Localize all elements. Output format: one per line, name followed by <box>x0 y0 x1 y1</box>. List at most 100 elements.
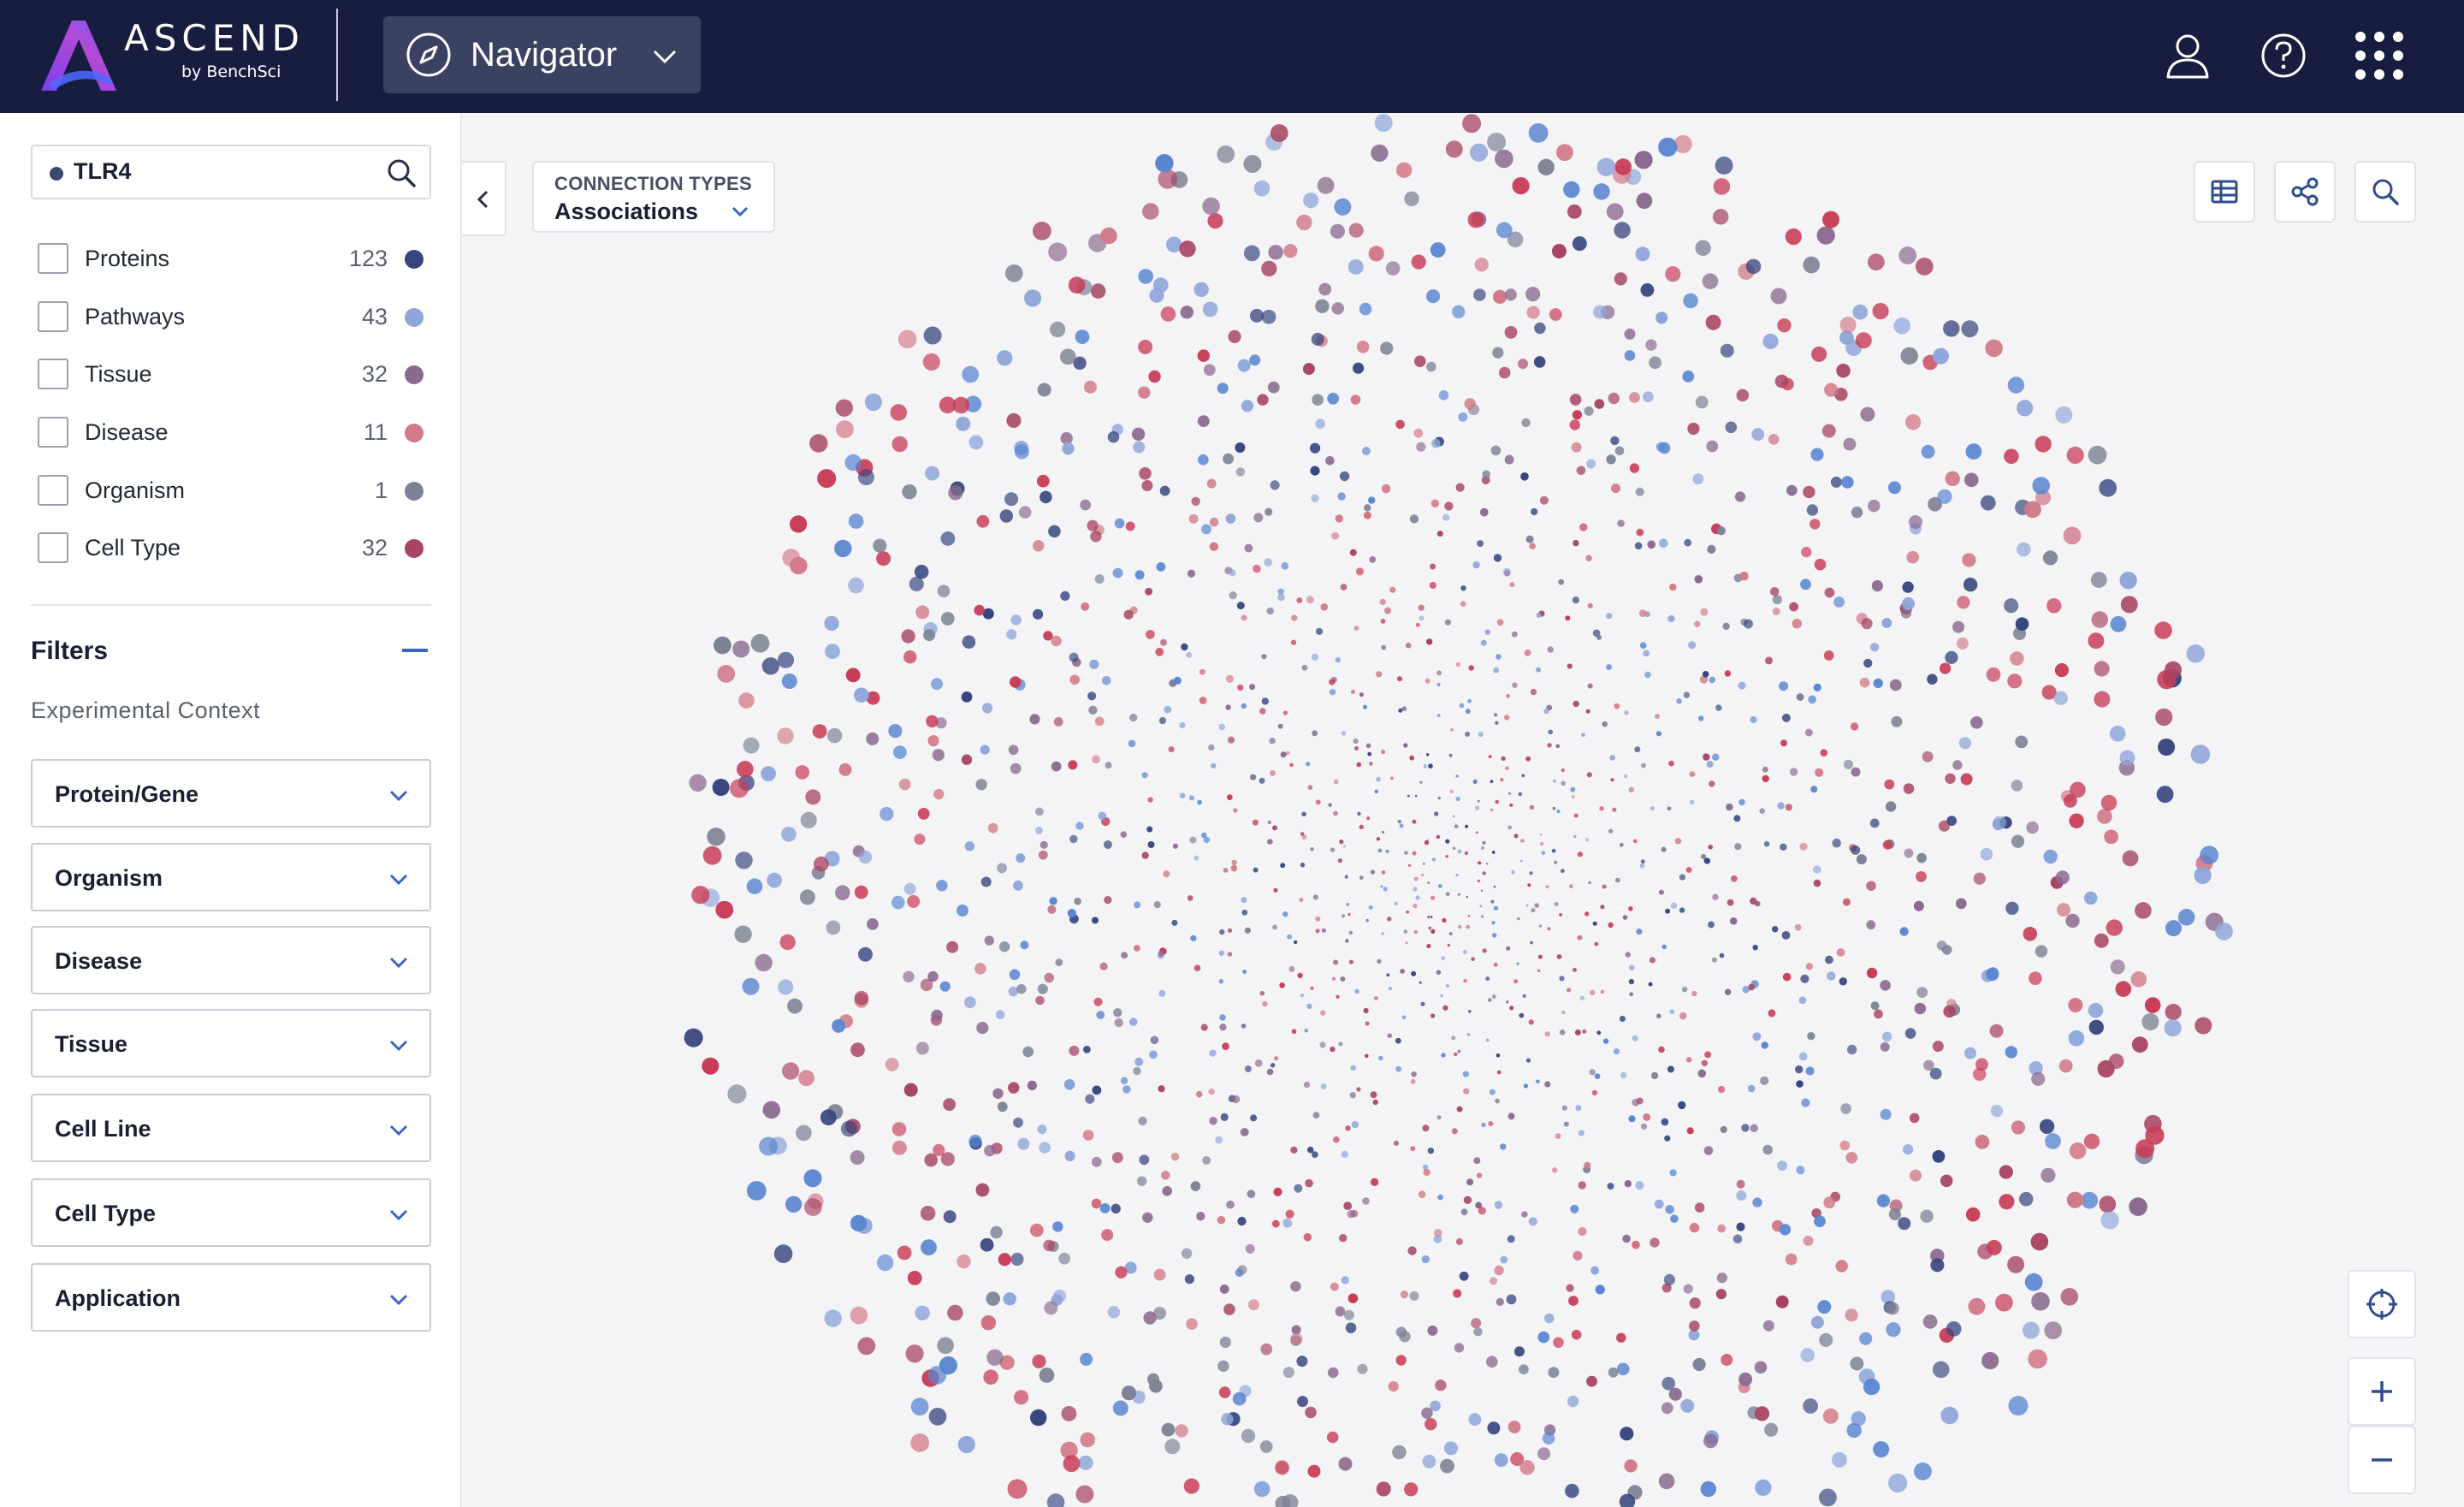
graph-node[interactable] <box>1431 857 1436 862</box>
graph-node[interactable] <box>2030 1232 2049 1251</box>
graph-node[interactable] <box>1715 704 1722 711</box>
graph-node[interactable] <box>1486 1356 1498 1368</box>
table-view-button[interactable] <box>2194 161 2255 222</box>
graph-node[interactable] <box>1624 328 1636 340</box>
graph-node[interactable] <box>1390 776 1394 780</box>
graph-node[interactable] <box>1312 1112 1320 1118</box>
graph-node[interactable] <box>1344 875 1348 879</box>
graph-node[interactable] <box>1602 884 1607 889</box>
graph-node[interactable] <box>1397 819 1402 824</box>
graph-node[interactable] <box>1333 1136 1340 1143</box>
graph-node[interactable] <box>1654 1199 1664 1209</box>
graph-node[interactable] <box>2156 786 2174 804</box>
graph-node[interactable] <box>1970 716 1983 729</box>
graph-node[interactable] <box>1736 1179 1745 1189</box>
graph-node[interactable] <box>1209 1117 1217 1125</box>
graph-node[interactable] <box>1479 905 1483 908</box>
graph-node[interactable] <box>1732 1234 1743 1244</box>
graph-node[interactable] <box>1231 859 1237 866</box>
graph-node[interactable] <box>1099 1203 1111 1213</box>
graph-node[interactable] <box>1419 615 1424 621</box>
graph-node[interactable] <box>1629 463 1640 473</box>
graph-node[interactable] <box>1436 670 1442 676</box>
graph-node[interactable] <box>1936 940 1947 951</box>
graph-node[interactable] <box>923 326 942 345</box>
graph-node[interactable] <box>2004 598 2019 614</box>
graph-node[interactable] <box>1904 848 1914 858</box>
graph-node[interactable] <box>1297 1396 1308 1408</box>
graph-node[interactable] <box>1694 575 1703 584</box>
graph-node[interactable] <box>691 886 710 905</box>
graph-node[interactable] <box>1711 957 1717 963</box>
graph-node[interactable] <box>1713 178 1731 195</box>
graph-node[interactable] <box>1379 598 1386 606</box>
graph-node[interactable] <box>1457 1049 1461 1053</box>
graph-node[interactable] <box>1339 471 1350 482</box>
graph-node[interactable] <box>940 612 955 626</box>
graph-node[interactable] <box>1536 667 1542 673</box>
graph-node[interactable] <box>1069 652 1079 662</box>
graph-node[interactable] <box>1254 1059 1263 1067</box>
graph-node[interactable] <box>1376 1481 1391 1497</box>
graph-node[interactable] <box>1659 538 1668 549</box>
graph-node[interactable] <box>1585 709 1590 714</box>
graph-node[interactable] <box>2144 997 2161 1013</box>
graph-node[interactable] <box>1457 893 1460 896</box>
category-tissue[interactable]: Tissue 32 <box>38 357 431 391</box>
graph-node[interactable] <box>1544 1313 1555 1324</box>
graph-node[interactable] <box>1709 780 1715 787</box>
graph-node[interactable] <box>1606 454 1616 465</box>
graph-node[interactable] <box>1378 1055 1383 1061</box>
graph-node[interactable] <box>1412 819 1417 824</box>
graph-node[interactable] <box>1365 1021 1370 1026</box>
graph-node[interactable] <box>1993 816 2007 830</box>
graph-node[interactable] <box>2065 913 2080 929</box>
graph-node[interactable] <box>762 1101 781 1119</box>
graph-node[interactable] <box>1493 962 1498 967</box>
graph-node[interactable] <box>1697 1069 1707 1078</box>
graph-node[interactable] <box>1868 499 1881 513</box>
graph-node[interactable] <box>2068 1030 2085 1047</box>
graph-node[interactable] <box>781 673 797 689</box>
graph-node[interactable] <box>1752 1032 1762 1041</box>
graph-node[interactable] <box>1413 929 1419 934</box>
graph-node[interactable] <box>1206 478 1217 489</box>
graph-node[interactable] <box>1318 282 1332 296</box>
graph-node[interactable] <box>1363 511 1371 519</box>
graph-node[interactable] <box>742 977 760 995</box>
graph-node[interactable] <box>1426 361 1436 372</box>
graph-node[interactable] <box>1372 1099 1378 1106</box>
graph-node[interactable] <box>1245 1243 1255 1254</box>
graph-node[interactable] <box>1803 485 1815 499</box>
graph-node[interactable] <box>1640 762 1646 768</box>
graph-node[interactable] <box>876 551 891 567</box>
category-organism[interactable]: Organism 1 <box>38 473 431 507</box>
graph-node[interactable] <box>1458 924 1462 929</box>
graph-node[interactable] <box>1039 1368 1055 1383</box>
graph-node[interactable] <box>1871 580 1883 592</box>
graph-node[interactable] <box>2099 478 2118 497</box>
graph-node[interactable] <box>1881 618 1892 628</box>
graph-node[interactable] <box>1016 984 1027 994</box>
graph-node[interactable] <box>1424 1418 1437 1431</box>
graph-node[interactable] <box>1801 546 1812 558</box>
graph-node[interactable] <box>1371 144 1389 162</box>
graph-node[interactable] <box>1873 1441 1890 1458</box>
graph-node[interactable] <box>1694 1202 1705 1213</box>
graph-node[interactable] <box>1565 615 1571 621</box>
graph-node[interactable] <box>1584 406 1594 416</box>
graph-node[interactable] <box>1489 1089 1496 1095</box>
graph-node[interactable] <box>1274 1056 1279 1061</box>
graph-node[interactable] <box>1704 1051 1712 1059</box>
graph-node[interactable] <box>1726 803 1733 811</box>
graph-node[interactable] <box>1536 1079 1540 1084</box>
graph-node[interactable] <box>1495 721 1499 725</box>
graph-node[interactable] <box>1754 1361 1768 1374</box>
graph-node[interactable] <box>2165 920 2182 937</box>
graph-node[interactable] <box>1830 476 1842 488</box>
graph-node[interactable] <box>1418 604 1424 611</box>
graph-node[interactable] <box>1048 242 1068 262</box>
graph-node[interactable] <box>1454 1053 1458 1056</box>
graph-node[interactable] <box>1678 1101 1686 1110</box>
graph-node[interactable] <box>777 727 794 745</box>
